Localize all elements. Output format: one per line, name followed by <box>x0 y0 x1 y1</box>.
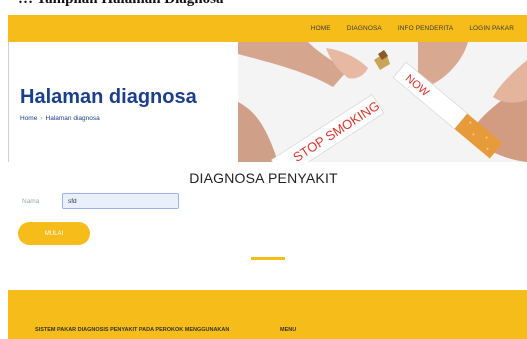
footer-title: SISTEM PAKAR DIAGNOSIS PENYAKIT PADA PER… <box>35 327 230 333</box>
name-input[interactable] <box>62 193 179 209</box>
section-title: DIAGNOSA PENYAKIT <box>189 170 338 186</box>
stop-smoking-image: STOP SMOKING NOW <box>238 42 527 162</box>
top-navbar: HOME DIAGNOSA INFO PENDERITA LOGIN PAKAR <box>8 15 527 42</box>
start-button[interactable]: MULAI <box>18 222 90 245</box>
breadcrumb: Home › Halaman diagnosa <box>20 115 100 122</box>
name-label: Nama <box>22 197 40 205</box>
nav-home-link[interactable]: HOME <box>311 25 331 32</box>
nav-links: HOME DIAGNOSA INFO PENDERITA LOGIN PAKAR <box>311 15 514 42</box>
footer: SISTEM PAKAR DIAGNOSIS PENYAKIT PADA PER… <box>8 290 527 339</box>
footer-menu-heading: MENU <box>280 327 297 333</box>
nav-info-penderita-link[interactable]: INFO PENDERITA <box>398 25 453 32</box>
page-title: Halaman diagnosa <box>20 86 197 108</box>
accent-divider <box>251 257 285 260</box>
nav-diagnosa-link[interactable]: DIAGNOSA <box>347 25 382 32</box>
document-caption: … Tampilan Halaman Diagnosa <box>18 0 223 8</box>
hero-divider <box>8 42 9 162</box>
breadcrumb-home-link[interactable]: Home <box>20 115 37 122</box>
name-form-row: Nama <box>22 193 179 209</box>
hero-banner: Halaman diagnosa Home › Halaman diagnosa S… <box>8 42 527 162</box>
nav-login-pakar-link[interactable]: LOGIN PAKAR <box>469 25 514 32</box>
breadcrumb-separator: › <box>40 115 43 122</box>
breadcrumb-current: Halaman diagnosa <box>45 115 100 122</box>
